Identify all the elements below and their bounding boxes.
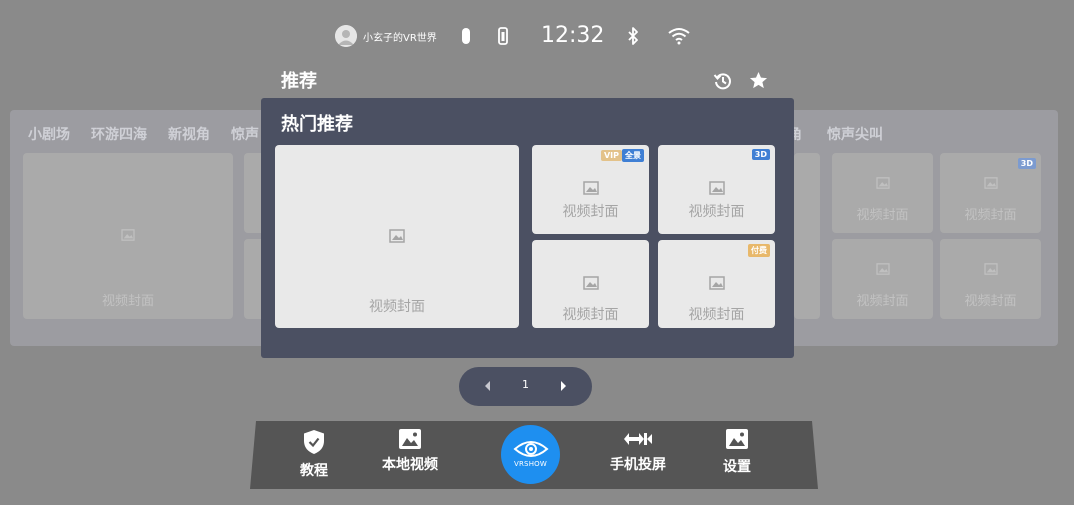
phone-cast-button[interactable]: 手机投屏 xyxy=(606,429,670,474)
bg-video-card[interactable]: 3D 视频封面 xyxy=(940,153,1041,233)
hot-recommend-dialog: 热门推荐 视频封面 VIP 全景 视频封面 3D 视频封面 视频封面 付费 视频… xyxy=(261,98,794,358)
image-placeholder-icon xyxy=(708,181,725,195)
card-label: 视频封面 xyxy=(688,204,745,220)
image-placeholder-icon xyxy=(983,177,998,190)
clock: 12:32 xyxy=(541,23,605,48)
bg-tab[interactable]: 惊声 xyxy=(231,124,259,144)
image-placeholder-icon xyxy=(582,276,599,290)
card-label: 视频封面 xyxy=(101,294,154,309)
pager: 1 xyxy=(459,367,592,406)
settings-label: 设置 xyxy=(723,459,751,475)
bg-tab[interactable]: 环游四海 xyxy=(91,124,147,144)
bluetooth-icon xyxy=(628,27,638,45)
3d-badge: 3D xyxy=(751,149,770,160)
settings-button[interactable]: 设置 xyxy=(722,429,752,476)
bg-video-card[interactable]: 视频封面 xyxy=(832,153,933,233)
image-icon xyxy=(399,429,421,449)
background-tabs: 小剧场 环游四海 新视角 惊声 xyxy=(28,124,259,144)
card-label: 视频封面 xyxy=(964,208,1017,223)
star-icon[interactable] xyxy=(749,71,768,90)
video-card[interactable]: 3D 视频封面 xyxy=(658,145,775,234)
screen-cast-icon xyxy=(624,433,652,445)
video-card[interactable]: VIP 全景 视频封面 xyxy=(532,145,649,234)
card-label: 视频封面 xyxy=(964,294,1017,309)
video-card-featured[interactable]: 视频封面 xyxy=(275,145,519,328)
left-controller-icon xyxy=(462,28,470,44)
bg-video-card[interactable]: 视频封面 xyxy=(23,153,233,319)
card-label: 视频封面 xyxy=(562,204,619,220)
image-placeholder-icon xyxy=(389,229,405,243)
username: 小玄子的VR世界 xyxy=(363,33,437,44)
paid-badge: 付费 xyxy=(748,244,770,257)
image-placeholder-icon xyxy=(875,263,890,276)
bottom-dock: 教程 本地视频 VRSHOW 手机投屏 设置 xyxy=(250,421,818,489)
image-placeholder-icon xyxy=(582,181,599,195)
bg-tab[interactable]: 小剧场 xyxy=(28,124,70,144)
bg-video-card[interactable] xyxy=(794,153,820,319)
card-label: 视频封面 xyxy=(856,208,909,223)
image-placeholder-icon xyxy=(708,276,725,290)
card-label: 视频封面 xyxy=(688,307,745,323)
bg-video-card[interactable]: 视频封面 xyxy=(940,239,1041,319)
image-placeholder-icon xyxy=(983,263,998,276)
dialog-title: 热门推荐 xyxy=(281,114,353,135)
shield-check-icon xyxy=(304,430,324,454)
video-card[interactable]: 视频封面 xyxy=(532,240,649,328)
local-video-button[interactable]: 本地视频 xyxy=(382,429,438,474)
video-card[interactable]: 付费 视频封面 xyxy=(658,240,775,328)
local-video-label: 本地视频 xyxy=(382,457,438,473)
section-title: 推荐 xyxy=(281,71,317,92)
vip-badge: VIP xyxy=(600,150,622,161)
panorama-badge: 全景 xyxy=(622,149,644,162)
eye-logo-icon xyxy=(513,441,549,457)
image-placeholder-icon xyxy=(875,177,890,190)
3d-badge: 3D xyxy=(1017,158,1036,169)
right-controller-icon xyxy=(498,27,508,45)
bg-tab[interactable]: 新视角 xyxy=(168,124,210,144)
wifi-icon xyxy=(668,28,690,45)
image-placeholder-icon xyxy=(121,229,135,241)
phone-cast-label: 手机投屏 xyxy=(610,457,666,473)
tutorial-label: 教程 xyxy=(300,463,328,479)
tutorial-button[interactable]: 教程 xyxy=(296,429,332,480)
card-label: 视频封面 xyxy=(856,294,909,309)
card-label: 视频封面 xyxy=(562,307,619,323)
bg-video-card[interactable]: 视频封面 xyxy=(832,239,933,319)
page-number: 1 xyxy=(522,378,529,391)
vrshow-home-button[interactable]: VRSHOW xyxy=(501,425,560,484)
avatar[interactable] xyxy=(335,25,357,47)
brand-label: VRSHOW xyxy=(514,460,547,468)
history-icon[interactable] xyxy=(713,71,733,91)
bg-tab[interactable]: 惊声尖叫 xyxy=(827,124,883,144)
settings-image-icon xyxy=(726,429,748,449)
card-label: 视频封面 xyxy=(369,299,425,315)
next-page-icon[interactable] xyxy=(558,379,568,393)
